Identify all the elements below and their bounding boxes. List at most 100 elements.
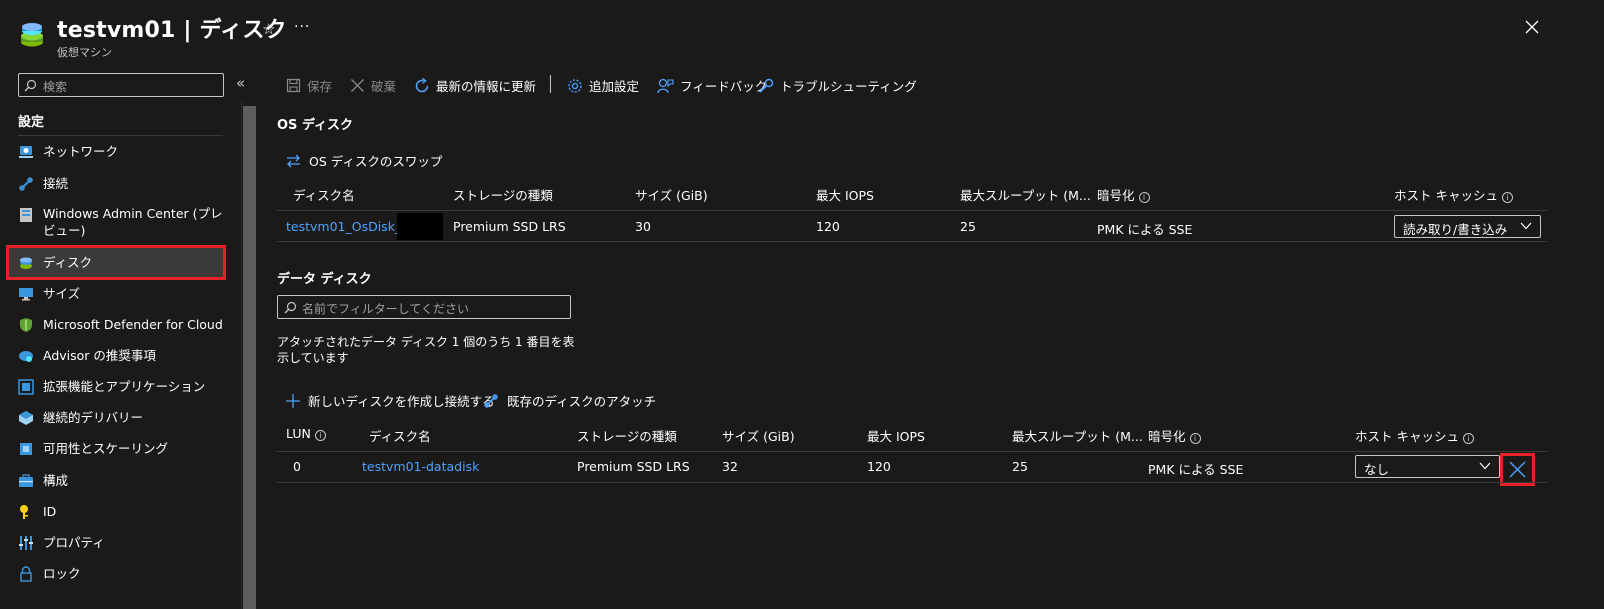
feedback-button[interactable]: フィードバック — [657, 76, 767, 95]
sidebar-item-connect[interactable]: 接続 — [8, 168, 224, 199]
info-icon[interactable]: i — [1462, 433, 1474, 444]
os-col-encryption-label: 暗号化 — [1097, 188, 1135, 203]
discard-button[interactable]: 破棄 — [350, 76, 396, 95]
toolbar-separator — [550, 75, 551, 93]
data-disk-iops: 120 — [867, 459, 891, 474]
data-col-lun[interactable]: LUN i — [286, 426, 326, 441]
os-col-max-iops[interactable]: 最大 IOPS — [816, 185, 874, 204]
data-col-host-cache-label: ホスト キャッシュ — [1355, 429, 1459, 444]
defender-icon — [18, 317, 34, 333]
attach-existing-disk-button[interactable]: 既存のディスクのアタッチ — [483, 391, 656, 410]
sidebar-item-label: ID — [43, 504, 57, 519]
info-icon[interactable]: i — [1138, 192, 1150, 203]
sidebar-scrollbar-thumb[interactable] — [243, 106, 256, 609]
os-col-encryption[interactable]: 暗号化 i — [1097, 185, 1150, 204]
identity-icon — [18, 504, 34, 520]
sidebar-item-label: プロパティ — [43, 535, 105, 550]
sidebar-item-size[interactable]: サイズ — [8, 278, 224, 309]
swap-icon — [287, 154, 300, 167]
sidebar-item-configuration[interactable]: 構成 — [8, 465, 224, 496]
close-icon[interactable] — [1524, 19, 1540, 35]
os-col-max-throughput[interactable]: 最大スループット (M... — [960, 185, 1091, 204]
save-label: 保存 — [307, 79, 333, 94]
sidebar-item-network[interactable]: ネットワーク — [8, 136, 224, 167]
data-col-host-cache[interactable]: ホスト キャッシュ i — [1355, 426, 1474, 445]
os-disk-storage: Premium SSD LRS — [453, 219, 566, 234]
data-col-size[interactable]: サイズ (GiB) — [722, 426, 795, 445]
os-table-header-divider — [277, 210, 1547, 211]
data-disk-heading: データ ディスク — [277, 272, 372, 287]
attach-icon — [484, 393, 498, 408]
os-disk-encryption: PMK による SSE — [1097, 222, 1193, 237]
delivery-icon — [18, 410, 34, 426]
configuration-icon — [18, 473, 34, 489]
additional-settings-button[interactable]: 追加設定 — [567, 76, 639, 95]
sidebar-item-label: ロック — [43, 566, 81, 581]
info-icon[interactable]: i — [1501, 192, 1513, 203]
info-icon[interactable]: i — [314, 430, 326, 441]
sidebar-item-availability[interactable]: 可用性とスケーリング — [8, 433, 224, 464]
sidebar-item-windows-admin-center[interactable]: Windows Admin Center (プレビュー) — [8, 199, 224, 243]
sidebar-item-lock[interactable]: ロック — [8, 558, 224, 589]
data-disk-throughput: 25 — [1012, 459, 1028, 474]
page-subtitle: 仮想マシン — [57, 46, 112, 59]
chevron-down-icon — [1520, 222, 1532, 230]
os-col-size[interactable]: サイズ (GiB) — [635, 185, 708, 204]
extensions-icon — [18, 378, 34, 395]
sidebar-item-advisor[interactable]: Advisor の推奨事項 — [8, 340, 224, 371]
search-placeholder: 検索 — [43, 80, 68, 94]
discard-label: 破棄 — [371, 79, 397, 94]
favorite-star-icon[interactable]: ☆ — [262, 20, 275, 38]
sidebar-item-label: 可用性とスケーリング — [43, 441, 169, 456]
troubleshoot-button[interactable]: トラブルシューティング — [758, 76, 917, 95]
data-col-max-iops[interactable]: 最大 IOPS — [867, 426, 925, 445]
data-disk-name-link[interactable]: testvm01-datadisk — [362, 459, 479, 474]
search-icon — [284, 301, 297, 314]
sidebar-item-label: 構成 — [43, 473, 69, 488]
wrench-icon — [759, 78, 774, 93]
data-col-storage-type[interactable]: ストレージの種類 — [577, 426, 677, 445]
os-disk-size: 30 — [635, 219, 651, 234]
network-icon — [18, 144, 34, 160]
os-disk-name-link[interactable]: testvm01_OsDisk_1_ — [286, 219, 415, 234]
swap-os-disk-button[interactable]: OS ディスクのスワップ — [286, 151, 442, 170]
data-disk-filter-input[interactable]: 名前でフィルターしてください — [277, 295, 571, 319]
info-icon[interactable]: i — [1189, 433, 1201, 444]
os-table-row-divider — [277, 241, 1547, 242]
properties-icon — [18, 535, 34, 551]
os-host-cache-select[interactable]: 読み取り/書き込み — [1394, 215, 1541, 238]
save-button[interactable]: 保存 — [286, 76, 332, 95]
size-icon — [18, 286, 34, 302]
refresh-button[interactable]: 最新の情報に更新 — [414, 76, 536, 95]
os-col-disk-name[interactable]: ディスク名 — [293, 185, 355, 204]
os-col-storage-type[interactable]: ストレージの種類 — [453, 185, 553, 204]
refresh-label: 最新の情報に更新 — [436, 79, 537, 94]
data-col-encryption[interactable]: 暗号化 i — [1148, 426, 1201, 445]
sidebar-item-disks[interactable]: ディスク — [6, 245, 226, 280]
advisor-icon — [18, 348, 34, 364]
sidebar-item-extensions[interactable]: 拡張機能とアプリケーション — [8, 371, 224, 402]
sidebar-item-properties[interactable]: プロパティ — [8, 527, 224, 558]
data-col-max-throughput[interactable]: 最大スループット (M... — [1012, 426, 1143, 445]
connect-icon — [18, 176, 34, 192]
os-disk-heading: OS ディスク — [277, 118, 354, 133]
sidebar-item-label: Advisor の推奨事項 — [43, 348, 156, 363]
create-attach-disk-button[interactable]: 新しいディスクを作成し接続する — [286, 391, 495, 410]
discard-icon — [351, 79, 364, 92]
sidebar-item-label: ディスク — [43, 255, 93, 270]
data-col-disk-name[interactable]: ディスク名 — [369, 426, 431, 445]
sidebar-search-input[interactable]: 検索 — [18, 73, 224, 97]
more-options-icon[interactable]: ··· — [294, 19, 310, 35]
sidebar-item-defender[interactable]: Microsoft Defender for Cloud — [8, 309, 224, 340]
sidebar-item-identity[interactable]: ID — [8, 496, 224, 527]
virtual-machine-icon — [18, 22, 46, 50]
data-host-cache-select[interactable]: なし — [1355, 455, 1500, 478]
additional-settings-label: 追加設定 — [589, 79, 640, 94]
filter-placeholder: 名前でフィルターしてください — [302, 302, 470, 316]
sidebar-item-continuous-delivery[interactable]: 継続的デリバリー — [8, 402, 224, 433]
disk-icon — [18, 255, 34, 271]
sidebar-item-label: ネットワーク — [43, 144, 119, 159]
collapse-sidebar-button[interactable]: « — [236, 74, 245, 92]
os-col-host-cache[interactable]: ホスト キャッシュ i — [1394, 185, 1513, 204]
sidebar-item-label: Windows Admin Center (プレビュー) — [43, 206, 223, 238]
